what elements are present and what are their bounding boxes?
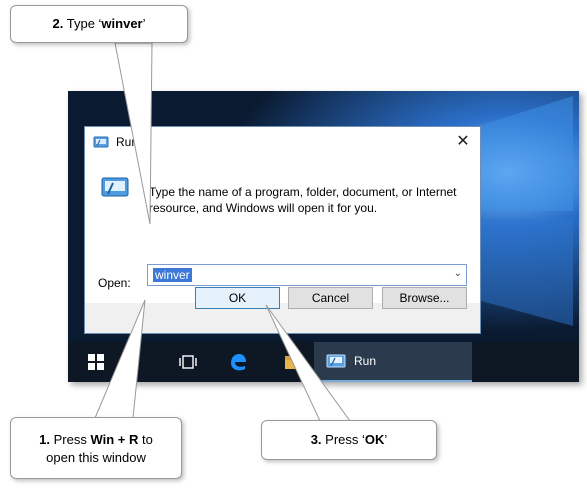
task-view-button[interactable]	[168, 342, 208, 382]
cancel-button[interactable]: Cancel	[288, 287, 373, 309]
callout-step-1: 1. Press Win + R to open this window	[10, 417, 182, 479]
step-keys: OK	[364, 432, 385, 447]
step-text: Press ‘	[325, 432, 365, 447]
step-text: Type ‘	[66, 16, 102, 31]
step-text-end: ’	[384, 432, 388, 447]
open-combobox[interactable]: winver ⌄	[147, 264, 467, 286]
dialog-title: Run	[116, 135, 139, 149]
run-dialog: Run ✕ Type the name of a program, folder…	[84, 126, 481, 334]
step-text-end: to	[138, 432, 153, 447]
file-explorer-icon	[285, 356, 301, 369]
step-keys: winver	[101, 16, 143, 31]
callout-line-1: 1. Press Win + R to	[11, 431, 181, 449]
ok-button[interactable]: OK	[195, 287, 280, 309]
task-view-icon	[179, 355, 197, 369]
close-icon[interactable]: ✕	[453, 132, 473, 152]
callout-line-2: open this window	[46, 450, 146, 465]
step-number: 3.	[310, 432, 322, 447]
callout-step-2: 2. Type ‘winver’	[10, 5, 188, 43]
taskbar-run-button[interactable]: Run	[314, 342, 472, 382]
run-icon	[93, 136, 109, 148]
open-label: Open:	[98, 276, 131, 290]
windows-start-icon	[88, 354, 104, 370]
edge-button[interactable]	[218, 342, 258, 382]
open-input-value[interactable]: winver	[153, 268, 192, 282]
step-number: 1.	[39, 432, 50, 447]
start-button[interactable]	[76, 342, 116, 382]
step-text: Press	[53, 432, 91, 447]
step-keys: Win + R	[90, 432, 139, 447]
run-icon	[326, 354, 346, 368]
callout-step-3: 3. Press ‘OK’	[261, 420, 437, 460]
taskbar: Run	[68, 342, 579, 382]
step-text-end: ’	[142, 16, 146, 31]
taskbar-run-label: Run	[354, 354, 377, 368]
browse-button[interactable]: Browse...	[382, 287, 467, 309]
dialog-titlebar[interactable]: Run ✕	[85, 127, 480, 157]
dialog-description: Type the name of a program, folder, docu…	[149, 185, 457, 215]
run-app-icon	[101, 177, 129, 197]
step-number: 2.	[52, 16, 64, 31]
file-explorer-button[interactable]	[278, 342, 308, 382]
edge-icon	[231, 354, 246, 371]
chevron-down-icon[interactable]: ⌄	[454, 268, 462, 279]
desktop-screenshot: Run ✕ Type the name of a program, folder…	[68, 91, 579, 382]
